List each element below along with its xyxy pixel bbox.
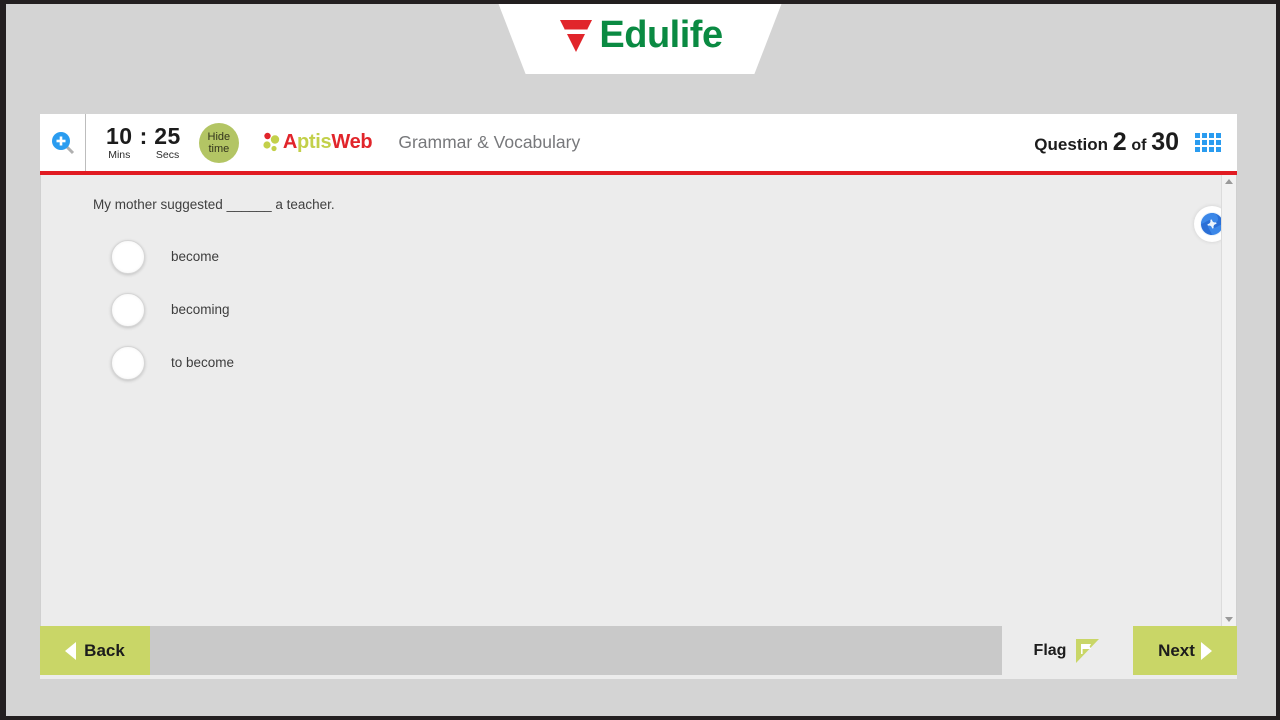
grid-cell: [1209, 147, 1214, 152]
options-list: become becoming to become: [41, 230, 1236, 389]
timer-minutes-label: Mins: [108, 148, 131, 161]
back-button-label: Back: [84, 640, 125, 660]
question-counter: Question 2 of 30: [1034, 128, 1179, 157]
aptis-letters-web: Web: [331, 131, 373, 153]
timer-separator: :: [139, 122, 148, 149]
grid-cell: [1202, 133, 1207, 138]
option-label: to become: [171, 355, 235, 370]
option-row[interactable]: to become: [111, 336, 1236, 389]
hide-time-line1: Hide: [207, 130, 231, 143]
edulife-triangle-logo: [560, 20, 593, 52]
option-row[interactable]: become: [111, 230, 1236, 283]
aptis-letters-ptis: ptis: [297, 131, 332, 153]
grid-cell: [1195, 140, 1200, 145]
arrow-right-icon: [1200, 641, 1212, 660]
grid-cell: [1216, 133, 1221, 138]
grid-cell: [1202, 140, 1207, 145]
window-frame-top: [0, 0, 1280, 4]
question-text: My mother suggested ______ a teacher.: [93, 197, 335, 212]
header-brand-area: Edulife: [497, 0, 783, 74]
zoom-button[interactable]: [40, 114, 86, 171]
back-button[interactable]: Back: [40, 626, 150, 675]
radio-button[interactable]: [111, 239, 145, 274]
question-counter-current: 2: [1112, 128, 1127, 156]
brand-name: Edulife: [599, 14, 723, 56]
content-scrollbar[interactable]: [1221, 175, 1236, 626]
aptisweb-wordmark: AptisWeb: [282, 131, 373, 154]
window-frame-bottom: [0, 716, 1280, 720]
timer-seconds-label: Secs: [155, 148, 180, 161]
arrow-left-icon: [65, 641, 77, 660]
timer-minutes-value: 10: [106, 122, 133, 149]
option-row[interactable]: becoming: [111, 283, 1236, 336]
grid-cell: [1216, 140, 1221, 145]
section-title: Grammar & Vocabulary: [398, 132, 581, 152]
grid-cell: [1209, 140, 1214, 145]
window-frame-left: [0, 0, 6, 720]
timer-minutes-group: 10 Mins: [106, 122, 133, 161]
question-counter-prefix: Question: [1034, 135, 1108, 154]
question-counter-of: of: [1131, 137, 1147, 154]
next-button[interactable]: Next: [1133, 626, 1237, 675]
question-content-area: My mother suggested ______ a teacher. be…: [40, 175, 1237, 626]
bottom-bar-spacer: [150, 626, 1002, 675]
question-counter-total: 30: [1151, 128, 1179, 156]
flag-icon: [1076, 638, 1100, 663]
scroll-down-arrow-icon[interactable]: [1225, 617, 1233, 622]
aptisweb-logo: AptisWeb: [263, 130, 373, 156]
grid-cell: [1216, 147, 1221, 152]
option-label: become: [171, 249, 220, 264]
flag-button[interactable]: Flag: [1002, 626, 1133, 675]
hide-time-button[interactable]: Hide time: [198, 122, 239, 163]
flag-button-label: Flag: [1033, 641, 1067, 659]
next-button-label: Next: [1158, 640, 1195, 660]
exam-window: 10 Mins : 25 Secs Hide time AptisWeb Gra…: [40, 114, 1237, 679]
exam-timer: 10 Mins : 25 Secs: [86, 122, 191, 161]
grid-cell: [1202, 147, 1207, 152]
grid-cell: [1195, 147, 1200, 152]
radio-button[interactable]: [111, 345, 145, 380]
exam-toolbar: 10 Mins : 25 Secs Hide time AptisWeb Gra…: [40, 114, 1237, 175]
scroll-up-arrow-icon[interactable]: [1225, 179, 1233, 184]
hide-time-line2: time: [208, 142, 230, 155]
option-label: becoming: [171, 302, 230, 317]
question-grid-icon[interactable]: [1195, 133, 1221, 152]
brand-logo: Edulife: [557, 14, 723, 56]
aptis-dots-icon: [263, 132, 280, 151]
timer-seconds-value: 25: [154, 122, 181, 149]
grid-cell: [1195, 133, 1200, 138]
window-frame-right: [1276, 0, 1280, 720]
radio-button[interactable]: [111, 292, 145, 327]
exam-bottom-bar: Back Flag Next: [40, 626, 1237, 675]
timer-seconds-group: 25 Secs: [154, 122, 181, 161]
grid-cell: [1209, 133, 1214, 138]
aptis-letter-a: A: [282, 131, 298, 153]
magnifier-plus-icon: [51, 131, 74, 154]
